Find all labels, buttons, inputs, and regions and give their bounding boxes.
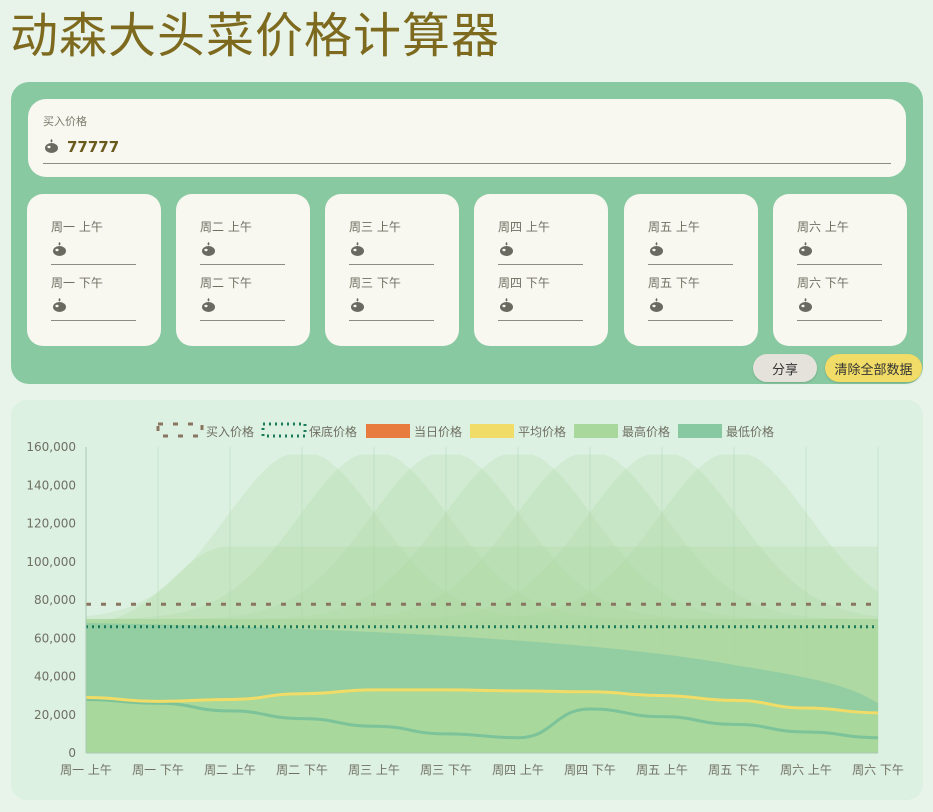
- y-tick-label: 40,000: [34, 670, 76, 684]
- pm-price-input[interactable]: [648, 320, 733, 321]
- pm-label: 周六 下午: [797, 276, 849, 290]
- y-tick-label: 120,000: [26, 517, 76, 531]
- pm-price-input[interactable]: [51, 320, 136, 321]
- legend-label: 最高价格: [622, 424, 670, 439]
- buy-price-input[interactable]: 77777: [67, 138, 119, 156]
- x-tick-label: 周五 下午: [708, 763, 760, 777]
- am-label: 周四 上午: [498, 220, 550, 234]
- turnip-icon: [650, 242, 663, 256]
- day-card: 周六 上午周六 下午: [773, 194, 907, 346]
- legend-label: 保底价格: [309, 424, 357, 439]
- am-label: 周三 上午: [349, 220, 401, 234]
- legend-swatch: [574, 424, 618, 438]
- turnip-icon: [53, 298, 66, 312]
- day-card: 周二 上午周二 下午: [176, 194, 310, 346]
- turnip-icon: [799, 298, 812, 312]
- day-card: 周五 上午周五 下午: [624, 194, 758, 346]
- x-tick-label: 周六 上午: [780, 763, 832, 777]
- y-tick-label: 160,000: [26, 440, 76, 454]
- am-label: 周一 上午: [51, 220, 103, 234]
- am-label: 周六 上午: [797, 220, 849, 234]
- legend-label: 平均价格: [518, 424, 566, 439]
- legend-label: 当日价格: [414, 424, 462, 439]
- clear-all-button[interactable]: 清除全部数据: [825, 354, 922, 382]
- share-button[interactable]: 分享: [753, 354, 817, 382]
- x-tick-label: 周三 下午: [420, 763, 472, 777]
- x-tick-label: 周六 下午: [852, 763, 904, 777]
- turnip-icon: [202, 298, 215, 312]
- chart-panel: 0 20,000 40,000 60,000 80,000 100,000 120,000 1…: [11, 400, 923, 800]
- x-tick-label: 周四 下午: [564, 763, 616, 777]
- am-price-input[interactable]: [349, 264, 434, 265]
- pm-price-input[interactable]: [797, 320, 882, 321]
- am-price-input[interactable]: [498, 264, 583, 265]
- am-price-input[interactable]: [200, 264, 285, 265]
- y-tick-label: 80,000: [34, 593, 76, 607]
- legend-label: 最低价格: [726, 424, 774, 439]
- pm-label: 周四 下午: [498, 276, 550, 290]
- y-tick-label: 0: [68, 746, 76, 760]
- legend-swatch: [366, 424, 410, 438]
- input-panel: 买入价格 77777 周一 上午 周一 下午 周二 上午 周二 下午 周三 上午 周三 下…: [11, 82, 923, 384]
- x-tick-label: 周五 上午: [636, 763, 688, 777]
- turnip-icon: [650, 298, 663, 312]
- am-price-input[interactable]: [51, 264, 136, 265]
- page-title: 动森大头菜价格计算器: [10, 8, 501, 64]
- x-tick-label: 周三 上午: [348, 763, 400, 777]
- legend-swatch: [470, 424, 514, 438]
- pm-label: 周三 下午: [349, 276, 401, 290]
- turnip-icon: [799, 242, 812, 256]
- am-label: 周二 上午: [200, 220, 252, 234]
- pm-price-input[interactable]: [200, 320, 285, 321]
- day-card: 周一 上午周一 下午: [27, 194, 161, 346]
- x-tick-label: 周四 上午: [492, 763, 544, 777]
- legend-swatch: [678, 424, 722, 438]
- turnip-icon: [500, 298, 513, 312]
- pm-price-input[interactable]: [349, 320, 434, 321]
- y-tick-label: 20,000: [34, 708, 76, 722]
- turnip-icon: [53, 242, 66, 256]
- turnip-icon: [351, 242, 364, 256]
- day-card: 周三 上午周三 下午: [325, 194, 459, 346]
- pm-price-input[interactable]: [498, 320, 583, 321]
- x-tick-label: 周二 下午: [276, 763, 328, 777]
- turnip-icon: [202, 242, 215, 256]
- x-tick-label: 周一 下午: [132, 763, 184, 777]
- price-chart: 0 20,000 40,000 60,000 80,000 100,000 120,000 1…: [26, 422, 904, 777]
- y-tick-label: 140,000: [26, 478, 76, 492]
- legend-swatch: [261, 422, 307, 438]
- legend-label: 买入价格: [206, 424, 254, 439]
- am-label: 周五 上午: [648, 220, 700, 234]
- am-price-input[interactable]: [648, 264, 733, 265]
- turnip-icon: [500, 242, 513, 256]
- y-tick-label: 100,000: [26, 555, 76, 569]
- legend-swatch: [156, 422, 204, 438]
- day-card: 周四 上午周四 下午: [474, 194, 608, 346]
- x-tick-label: 周二 上午: [204, 763, 256, 777]
- y-tick-label: 60,000: [34, 631, 76, 645]
- buy-price-card: 买入价格 77777: [28, 99, 906, 177]
- pm-label: 周一 下午: [51, 276, 103, 290]
- turnip-icon: [351, 298, 364, 312]
- buy-price-label: 买入价格: [43, 115, 87, 128]
- turnip-icon: [45, 139, 58, 153]
- am-price-input[interactable]: [797, 264, 882, 265]
- pm-label: 周二 下午: [200, 276, 252, 290]
- pm-label: 周五 下午: [648, 276, 700, 290]
- x-tick-label: 周一 上午: [60, 763, 112, 777]
- buy-price-field[interactable]: 77777: [43, 134, 891, 164]
